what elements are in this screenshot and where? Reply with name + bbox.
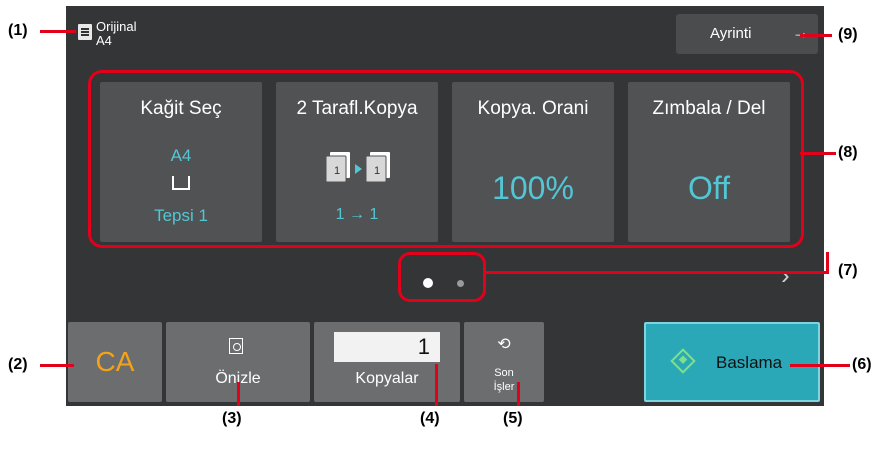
- copies-button[interactable]: 1 Kopyalar: [314, 322, 460, 402]
- callout-4: (4): [420, 410, 440, 427]
- staple-punch-value: Off: [687, 170, 731, 206]
- copies-count-field[interactable]: 1: [334, 332, 440, 362]
- clear-all-button[interactable]: CA: [68, 322, 162, 402]
- callout-9: (9): [838, 26, 858, 43]
- start-button[interactable]: Baslama: [644, 322, 820, 402]
- recent-jobs-label-line1: Son: [494, 367, 514, 379]
- tile-title: Kağit Seç: [140, 98, 222, 119]
- tile-title: Kopya. Orani: [477, 98, 589, 119]
- clear-all-label: CA: [95, 346, 135, 377]
- paper-size-value: A4: [170, 146, 192, 165]
- original-size-indicator[interactable]: Orijinal A4: [66, 10, 186, 50]
- recent-jobs-button[interactable]: ⟲ Son İşler: [464, 322, 544, 402]
- tile-title: Zımbala / Del: [652, 98, 766, 119]
- recent-jobs-label-line2: İşler: [493, 381, 515, 393]
- callout-line-8: [800, 152, 836, 155]
- callout-line-4: [435, 364, 438, 406]
- detail-button-label: Ayrinti: [710, 25, 752, 42]
- preview-icon: [229, 338, 243, 354]
- callout-1: (1): [8, 22, 28, 39]
- arrow-right-icon: →: [792, 22, 810, 42]
- callout-line-7a: [486, 271, 828, 274]
- copies-label: Kopyalar: [355, 370, 419, 387]
- original-label: Orijinal: [96, 19, 137, 34]
- original-size: A4: [96, 33, 112, 48]
- copy-ratio-tile[interactable]: Kopya. Orani 100%: [452, 82, 614, 242]
- callout-line-2: [40, 364, 74, 367]
- tile-title: 2 Tarafl.Kopya: [296, 98, 418, 119]
- callout-line-7b: [826, 252, 829, 274]
- page-indicator[interactable]: [398, 252, 486, 302]
- callout-line-1: [40, 30, 76, 33]
- document-icon: [78, 24, 92, 40]
- callout-line-6: [790, 364, 850, 367]
- chevron-right-icon[interactable]: ›: [781, 260, 790, 291]
- paper-tray-value: Tepsi 1: [154, 206, 208, 225]
- page-dot: [457, 280, 464, 287]
- page-dot-active: [423, 278, 433, 288]
- svg-text:1: 1: [334, 165, 340, 177]
- svg-text:1: 1: [374, 165, 380, 177]
- history-icon: ⟲: [497, 336, 511, 353]
- staple-punch-tile[interactable]: Zımbala / Del Off: [628, 82, 790, 242]
- copy-ratio-value: 100%: [492, 170, 574, 206]
- duplex-copy-tile[interactable]: 2 Tarafl.Kopya 1 1 1 → 1: [276, 82, 438, 242]
- callout-6: (6): [852, 356, 872, 373]
- callout-line-9: [800, 34, 832, 37]
- callout-line-3: [237, 382, 240, 406]
- duplex-copy-icon: 1 1: [325, 152, 390, 183]
- duplex-value: 1 → 1: [335, 206, 379, 223]
- callout-2: (2): [8, 356, 28, 373]
- callout-7: (7): [838, 262, 858, 279]
- callout-8: (8): [838, 144, 858, 161]
- detail-button[interactable]: Ayrinti →: [676, 14, 818, 54]
- callout-line-5: [517, 382, 520, 406]
- callout-5: (5): [503, 410, 523, 427]
- start-label: Baslama: [716, 353, 783, 372]
- tray-icon: [172, 176, 190, 190]
- start-icon: [670, 348, 696, 374]
- callout-3: (3): [222, 410, 242, 427]
- paper-select-tile[interactable]: Kağit Seç A4 Tepsi 1: [100, 82, 262, 242]
